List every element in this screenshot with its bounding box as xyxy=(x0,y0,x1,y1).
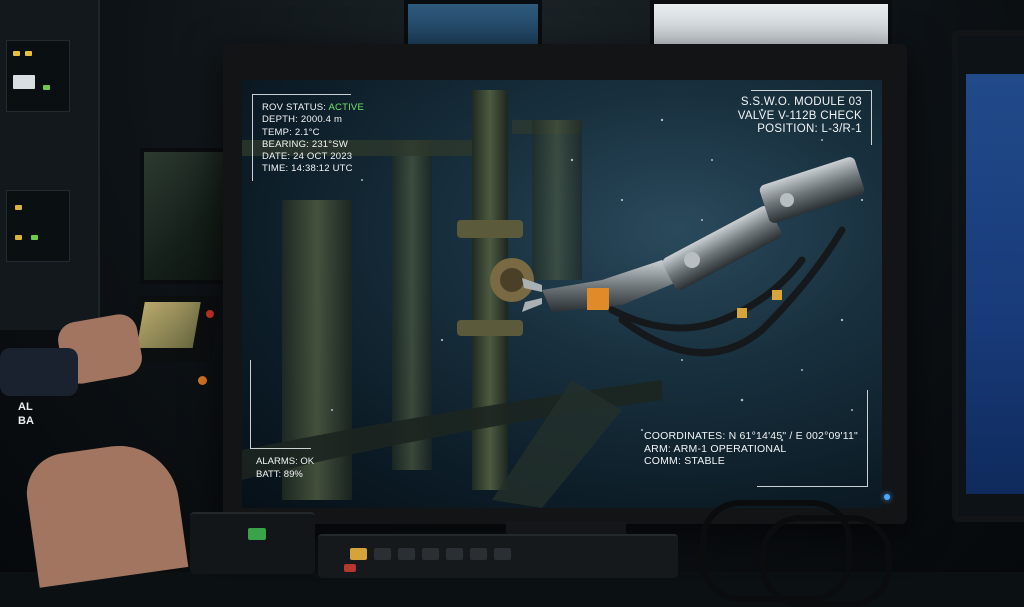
equipment-rack xyxy=(0,0,100,330)
keyboard-key[interactable] xyxy=(398,548,415,560)
pipe-flange xyxy=(457,320,523,336)
side-monitor-text: AL BA xyxy=(18,400,34,428)
rov-status-line: ROV STATUS: ACTIVE xyxy=(262,102,364,114)
time-readout: TIME: 14:38:12 UTC xyxy=(262,163,353,175)
pipe-flange xyxy=(457,220,523,238)
date-readout: DATE: 24 OCT 2023 xyxy=(262,151,353,163)
status-led xyxy=(25,51,32,56)
status-led xyxy=(15,235,22,240)
keyboard-key[interactable] xyxy=(350,548,367,560)
comm-status-readout: COMM: STABLE xyxy=(643,455,725,467)
temperature-readout: TEMP: 2.1°C xyxy=(262,126,320,138)
background-pipe xyxy=(532,120,582,280)
rack-panel xyxy=(6,190,70,262)
status-led xyxy=(15,205,22,210)
hud-alarm-panel: ALARMS: OK BATT: 89% xyxy=(256,456,314,481)
status-display xyxy=(13,75,35,89)
side-monitor-screen xyxy=(966,74,1024,494)
position-label: POSITION: L-3/R-1 xyxy=(757,123,862,135)
hud-bracket xyxy=(250,360,311,449)
tablet-screen xyxy=(136,302,201,348)
control-keyboard xyxy=(318,534,678,578)
valve-label: VALVE V-112B CHECK xyxy=(737,109,862,122)
bearing-readout: BEARING: 231°SW xyxy=(262,138,348,150)
hud-task-panel: S.S.W.O. MODULE 03 VALVE V-112B CHECK PO… xyxy=(738,96,862,137)
status-led xyxy=(43,85,50,90)
cable xyxy=(760,515,892,607)
coordinates-readout: COORDINATES: N 61°14'45" / E 002°09'11" xyxy=(643,430,858,442)
keyboard-key[interactable] xyxy=(494,548,511,560)
side-monitor xyxy=(952,30,1024,522)
status-led xyxy=(31,235,38,240)
rov-status-label: ROV STATUS: xyxy=(262,102,327,113)
alarms-readout: ALARMS: OK xyxy=(256,456,315,467)
power-indicator-icon xyxy=(884,494,890,500)
keyboard-key[interactable] xyxy=(374,548,391,560)
operator-sleeve xyxy=(0,348,78,396)
keyboard-key[interactable] xyxy=(422,548,439,560)
rov-status-value: ACTIVE xyxy=(328,102,364,113)
depth-readout: DEPTH: 2000.4 m xyxy=(262,114,343,126)
joystick-control-box xyxy=(190,512,315,574)
hud-navigation-panel: COORDINATES: N 61°14'45" / E 002°09'11" … xyxy=(644,430,858,468)
module-label: S.S.W.O. MODULE 03 xyxy=(740,96,862,108)
battery-readout: BATT: 89% xyxy=(256,468,303,480)
keyboard-key[interactable] xyxy=(344,564,356,572)
valve-core xyxy=(500,268,524,292)
side-text-line: BA xyxy=(18,415,34,427)
green-control-button[interactable] xyxy=(248,528,266,540)
main-monitor: ROV STATUS: ACTIVE DEPTH: 2000.4 m TEMP:… xyxy=(223,44,907,524)
indicator-light xyxy=(206,310,214,318)
status-led xyxy=(13,51,20,56)
side-text-line: AL xyxy=(18,401,33,413)
auxiliary-monitor xyxy=(140,148,230,284)
keyboard-key[interactable] xyxy=(470,548,487,560)
rov-camera-feed: ROV STATUS: ACTIVE DEPTH: 2000.4 m TEMP:… xyxy=(242,80,882,508)
keyboard-key[interactable] xyxy=(446,548,463,560)
indicator-light xyxy=(198,376,207,385)
rack-panel xyxy=(6,40,70,112)
hud-telemetry-panel: ROV STATUS: ACTIVE DEPTH: 2000.4 m TEMP:… xyxy=(262,102,364,176)
arm-status-readout: ARM: ARM-1 OPERATIONAL xyxy=(643,442,787,455)
